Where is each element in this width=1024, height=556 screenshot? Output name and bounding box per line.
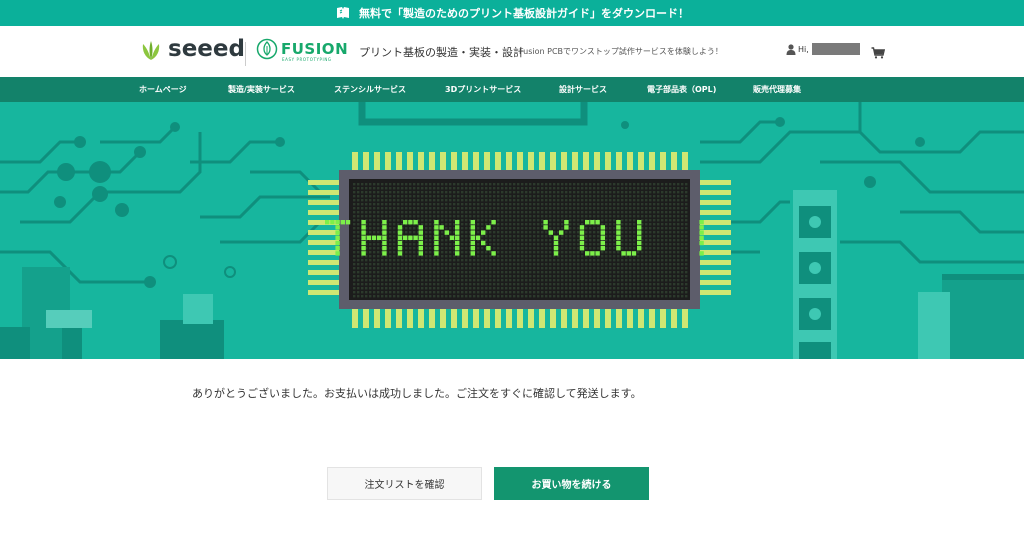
promo-banner[interactable]: 無料で「製造のためのプリント基板設計ガイド」をダウンロード！ xyxy=(0,0,1024,26)
promo-text[interactable]: 無料で「製造のためのプリント基板設計ガイド」をダウンロード！ xyxy=(359,5,689,21)
nav-item-opl[interactable]: 電子部品表（OPL) xyxy=(647,77,716,102)
nav-item-3dprint[interactable]: 3Dプリントサービス xyxy=(445,77,521,102)
fusion-subtitle: EASY PROTOTYPING xyxy=(282,57,332,62)
thank-you-banner xyxy=(0,102,1024,359)
main-nav: ホームページ 製造/実装サービス ステンシルサービス 3Dプリントサービス 設計… xyxy=(0,77,1024,102)
site-header: seeed FUSION EASY PROTOTYPING プリント基板の製造・… xyxy=(0,26,1024,78)
fusion-wordmark: FUSION xyxy=(281,39,349,58)
fusion-logo[interactable]: FUSION EASY PROTOTYPING xyxy=(256,38,349,62)
redacted-username xyxy=(811,43,860,55)
cart-button[interactable] xyxy=(871,44,886,63)
cart-icon xyxy=(871,47,886,59)
header-tagline-sub: Fusion PCBでワンストップ試作サービスを体験しよう！ xyxy=(519,47,723,56)
user-icon xyxy=(786,43,796,55)
circuit-illustration xyxy=(0,102,1024,359)
nav-item-home[interactable]: ホームページ xyxy=(139,77,187,102)
nav-item-design[interactable]: 設計サービス xyxy=(559,77,607,102)
continue-shopping-button[interactable]: お買い物を続ける xyxy=(494,467,649,500)
user-greeting: Hi, xyxy=(798,44,809,54)
fusion-leaf-icon xyxy=(256,38,278,60)
seeed-logo[interactable]: seeed xyxy=(138,38,245,61)
nav-item-manufacturing[interactable]: 製造/実装サービス xyxy=(228,77,295,102)
success-message: ありがとうございました。お支払いは成功しました。ご注文をすぐに確認して発送します… xyxy=(192,387,642,400)
nav-item-distributor[interactable]: 販売代理募集 xyxy=(753,77,801,102)
header-tagline: プリント基板の製造・実装・設計 xyxy=(359,46,524,59)
book-icon xyxy=(337,7,349,19)
view-order-list-button[interactable]: 注文リストを確認 xyxy=(327,467,482,500)
nav-item-stencil[interactable]: ステンシルサービス xyxy=(334,77,406,102)
logo-divider xyxy=(245,42,246,66)
seeed-leaf-icon xyxy=(142,40,160,60)
user-account[interactable]: Hi, xyxy=(786,43,860,55)
seeed-wordmark: seeed xyxy=(168,36,245,62)
